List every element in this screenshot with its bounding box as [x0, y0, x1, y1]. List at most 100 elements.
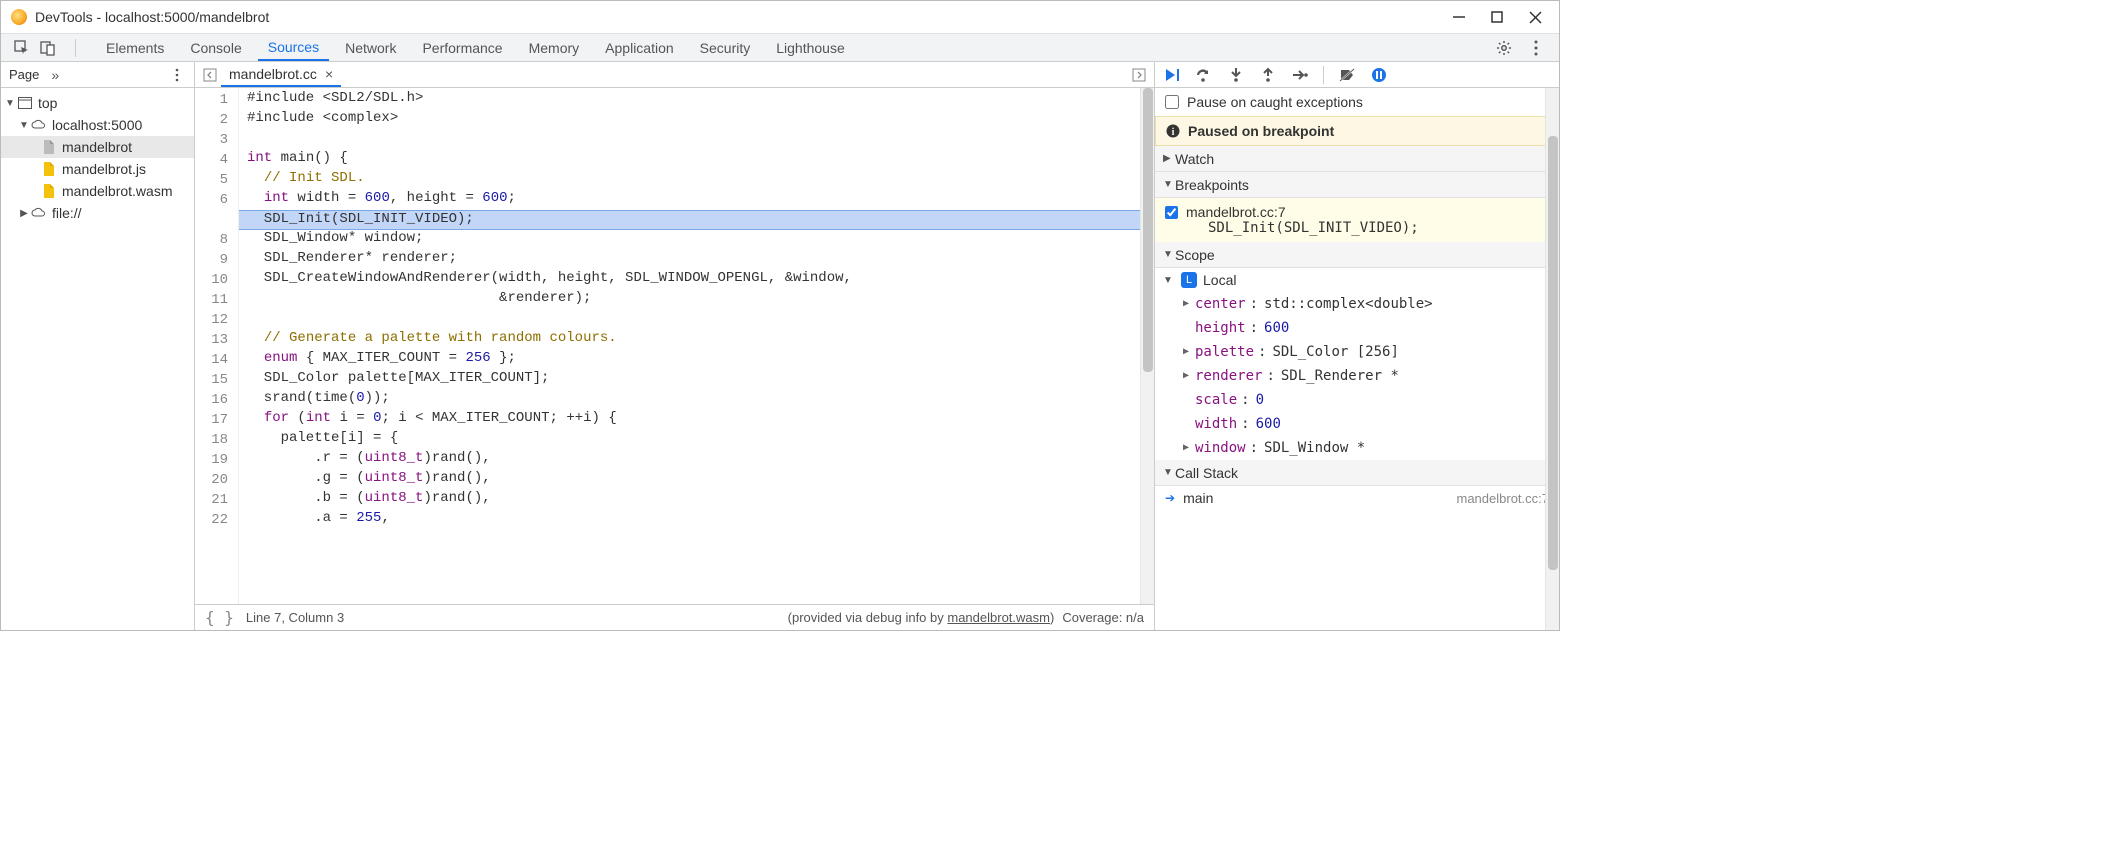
step-over-icon[interactable]: [1195, 66, 1213, 84]
code-line[interactable]: int main() {: [239, 150, 1140, 170]
close-button[interactable]: [1527, 9, 1543, 25]
variable-value: std::complex<double>: [1264, 293, 1433, 315]
code-line[interactable]: .a = 255,: [239, 510, 1140, 530]
tree-file-mandelbrot-js[interactable]: mandelbrot.js: [1, 158, 194, 180]
step-into-icon[interactable]: [1227, 66, 1245, 84]
breakpoint-checkbox[interactable]: [1165, 206, 1178, 219]
scope-variable[interactable]: ▶renderer:SDL_Renderer *: [1155, 364, 1559, 388]
code-line[interactable]: // Init SDL.: [239, 170, 1140, 190]
document-icon: [41, 139, 57, 155]
code-line[interactable]: srand(time(0));: [239, 390, 1140, 410]
code-line[interactable]: #include <complex>: [239, 110, 1140, 130]
pretty-print-icon[interactable]: { }: [205, 608, 234, 627]
code-line[interactable]: SDL_Color palette[MAX_ITER_COUNT];: [239, 370, 1140, 390]
debug-info-link[interactable]: mandelbrot.wasm: [947, 610, 1050, 625]
breakpoints-section-header[interactable]: ▼ Breakpoints: [1155, 172, 1559, 198]
code-line[interactable]: SDL_Window* window;: [239, 230, 1140, 250]
navigator-more-icon[interactable]: »: [51, 67, 59, 83]
pause-on-caught-input[interactable]: [1165, 95, 1179, 109]
navigator-page-tab[interactable]: Page: [9, 67, 39, 82]
step-icon[interactable]: [1291, 66, 1309, 84]
scope-local-header[interactable]: ▼ L Local: [1155, 268, 1559, 292]
variable-value: 600: [1256, 413, 1281, 435]
code-line[interactable]: palette[i] = {: [239, 430, 1140, 450]
code-line[interactable]: [239, 130, 1140, 150]
scrollbar-thumb[interactable]: [1548, 136, 1558, 570]
device-toolbar-icon[interactable]: [39, 39, 57, 57]
debugger-scrollbar[interactable]: [1545, 88, 1559, 630]
code-line[interactable]: SDL_CreateWindowAndRenderer(width, heigh…: [239, 270, 1140, 290]
scope-variable[interactable]: width:600: [1155, 412, 1559, 436]
section-label: Scope: [1175, 247, 1215, 263]
variable-value: SDL_Color [256]: [1272, 341, 1398, 363]
variable-value: SDL_Window *: [1264, 437, 1365, 459]
tab-console[interactable]: Console: [180, 34, 251, 61]
tab-network[interactable]: Network: [335, 34, 406, 61]
breakpoint-item[interactable]: mandelbrot.cc:7 SDL_Init(SDL_INIT_VIDEO)…: [1155, 198, 1559, 242]
code-line[interactable]: // Generate a palette with random colour…: [239, 330, 1140, 350]
code-line[interactable]: SDL_Renderer* renderer;: [239, 250, 1140, 270]
tab-security[interactable]: Security: [690, 34, 761, 61]
code-line[interactable]: SDL_Init(SDL_INIT_VIDEO);: [239, 210, 1140, 230]
code-line[interactable]: .b = (uint8_t)rand(),: [239, 490, 1140, 510]
tree-file-mandelbrot-wasm[interactable]: mandelbrot.wasm: [1, 180, 194, 202]
code-line[interactable]: for (int i = 0; i < MAX_ITER_COUNT; ++i)…: [239, 410, 1140, 430]
scope-variable[interactable]: scale:0: [1155, 388, 1559, 412]
tab-lighthouse[interactable]: Lighthouse: [766, 34, 855, 61]
tree-label: mandelbrot.wasm: [62, 183, 173, 199]
section-label: Breakpoints: [1175, 177, 1249, 193]
editor-scrollbar[interactable]: [1140, 88, 1154, 604]
pause-on-caught-checkbox[interactable]: Pause on caught exceptions: [1155, 88, 1559, 116]
chevron-down-icon: ▼: [1163, 249, 1175, 260]
scope-variable[interactable]: height:600: [1155, 316, 1559, 340]
tab-application[interactable]: Application: [595, 34, 684, 61]
separator: [1323, 66, 1324, 84]
code-line[interactable]: #include <SDL2/SDL.h>: [239, 90, 1140, 110]
callstack-frame[interactable]: ➔ main mandelbrot.cc:7: [1155, 486, 1559, 510]
scope-section-header[interactable]: ▼ Scope: [1155, 242, 1559, 268]
callstack-section-header[interactable]: ▼ Call Stack: [1155, 460, 1559, 486]
tab-sources[interactable]: Sources: [258, 34, 329, 61]
close-tab-icon[interactable]: ×: [325, 66, 333, 82]
editor-tab-active[interactable]: mandelbrot.cc ×: [221, 62, 341, 87]
scope-variable[interactable]: ▶palette:SDL_Color [256]: [1155, 340, 1559, 364]
navigator-kebab-icon[interactable]: [168, 66, 186, 84]
kebab-menu-icon[interactable]: [1527, 39, 1545, 57]
line-number-gutter[interactable]: 12345678910111213141516171819202122: [195, 88, 239, 604]
chevron-right-icon: ▶: [1183, 341, 1195, 363]
scope-variable[interactable]: ▶window:SDL_Window *: [1155, 436, 1559, 460]
tree-file-mandelbrot[interactable]: mandelbrot: [1, 136, 194, 158]
resume-icon[interactable]: [1163, 66, 1181, 84]
breakpoint-code: SDL_Init(SDL_INIT_VIDEO);: [1208, 220, 1419, 236]
script-icon: [41, 183, 57, 199]
code-line[interactable]: &renderer);: [239, 290, 1140, 310]
tree-top-frame[interactable]: ▼ top: [1, 92, 194, 114]
tab-memory[interactable]: Memory: [519, 34, 590, 61]
minimize-button[interactable]: [1451, 9, 1467, 25]
watch-section-header[interactable]: ▶ Watch: [1155, 146, 1559, 172]
svg-text:i: i: [1172, 127, 1175, 138]
scope-variable[interactable]: ▶center:std::complex<double>: [1155, 292, 1559, 316]
code-line[interactable]: .r = (uint8_t)rand(),: [239, 450, 1140, 470]
devtools-tabbar: Elements Console Sources Network Perform…: [1, 34, 1559, 62]
tree-file-scheme[interactable]: ▶ file://: [1, 202, 194, 224]
code-editor[interactable]: #include <SDL2/SDL.h>#include <complex> i…: [239, 88, 1140, 604]
tree-host[interactable]: ▼ localhost:5000: [1, 114, 194, 136]
maximize-button[interactable]: [1489, 9, 1505, 25]
pause-on-exceptions-icon[interactable]: [1370, 66, 1388, 84]
inspect-element-icon[interactable]: [13, 39, 31, 57]
nav-forward-icon[interactable]: [1128, 68, 1150, 82]
settings-gear-icon[interactable]: [1495, 39, 1513, 57]
code-line[interactable]: int width = 600, height = 600;: [239, 190, 1140, 210]
tab-elements[interactable]: Elements: [96, 34, 174, 61]
code-line[interactable]: [239, 310, 1140, 330]
deactivate-breakpoints-icon[interactable]: [1338, 66, 1356, 84]
step-out-icon[interactable]: [1259, 66, 1277, 84]
scrollbar-thumb[interactable]: [1143, 88, 1153, 372]
scope-variables: ▶center:std::complex<double>height:600▶p…: [1155, 292, 1559, 460]
tab-performance[interactable]: Performance: [412, 34, 512, 61]
nav-back-icon[interactable]: [199, 68, 221, 82]
code-line[interactable]: enum { MAX_ITER_COUNT = 256 };: [239, 350, 1140, 370]
code-line[interactable]: .g = (uint8_t)rand(),: [239, 470, 1140, 490]
window-titlebar: DevTools - localhost:5000/mandelbrot: [1, 1, 1559, 34]
